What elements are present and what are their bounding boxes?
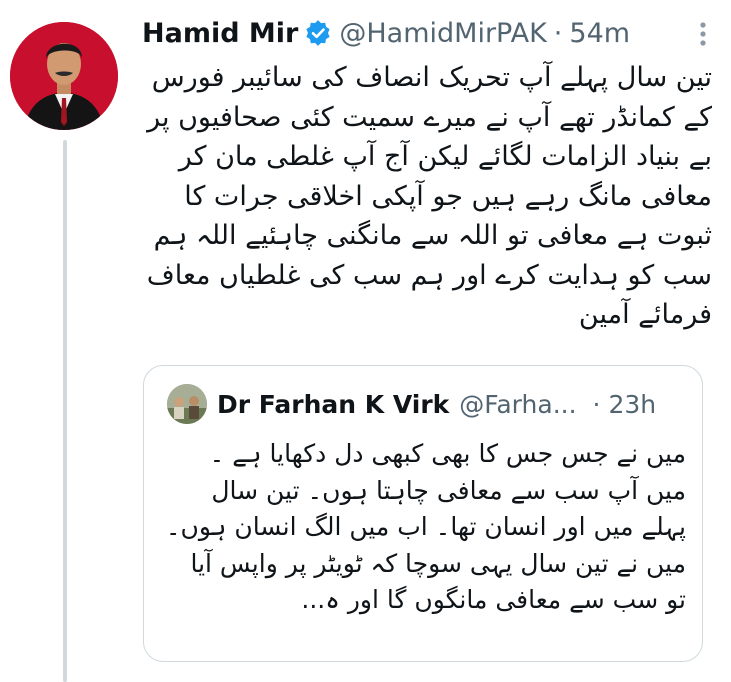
tweet-text: تین سال پہلے آپ تحریک انصاف کی سائیبر فو… [146, 62, 712, 330]
thread-line [63, 140, 67, 682]
quoted-tweet-card[interactable]: Dr Farhan K Virk @Farha... · 23h میں نے … [143, 365, 703, 662]
quoted-tweet-header: Dr Farhan K Virk @Farha... · 23h [217, 384, 687, 424]
author-handle[interactable]: @HamidMirPAK [339, 18, 546, 49]
author-avatar[interactable] [10, 22, 118, 130]
more-options-icon[interactable] [683, 14, 723, 54]
quoted-author-handle: @Farha... [459, 389, 577, 419]
avatar-image [10, 22, 118, 130]
quoted-tweet-text: میں نے جس جس کا بھی کبھی دل دکھایا ہے ۔ … [165, 439, 686, 614]
quoted-tweet-timestamp: 23h [608, 389, 657, 419]
tweet-timestamp[interactable]: 54m [569, 18, 630, 49]
author-name[interactable]: Hamid Mir [142, 18, 298, 49]
quoted-author-avatar[interactable] [167, 384, 207, 424]
verified-badge-icon [305, 20, 331, 46]
tweet-header: Hamid Mir @HamidMirPAK · 54m [142, 10, 702, 56]
quoted-avatar-image [167, 384, 207, 424]
separator-dot: · [553, 17, 563, 49]
quoted-separator-dot: · [592, 389, 601, 419]
quoted-author-name: Dr Farhan K Virk [217, 389, 450, 419]
